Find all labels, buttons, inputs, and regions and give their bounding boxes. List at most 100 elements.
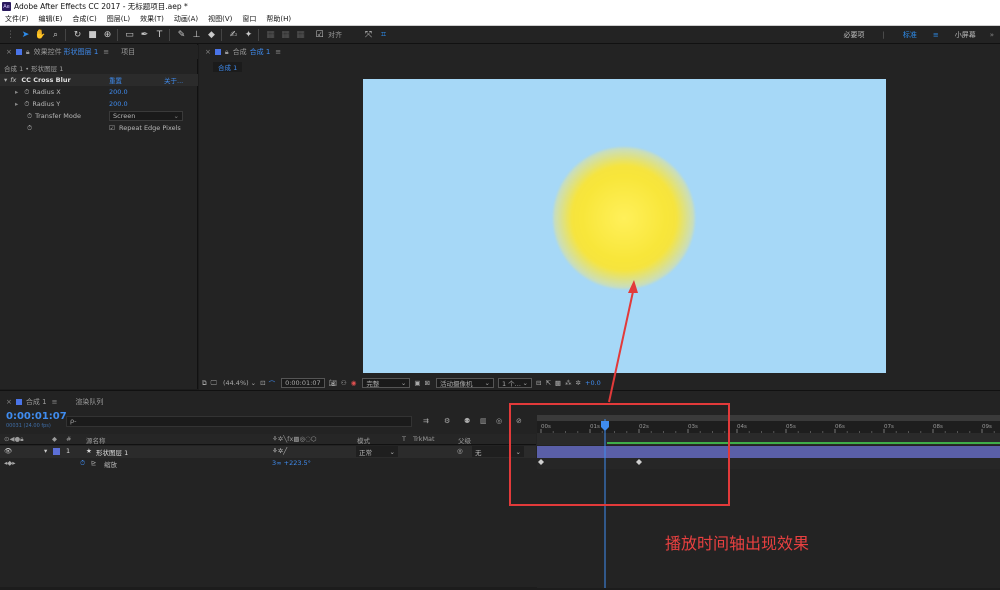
layer-switches[interactable]: ⚘✲╱ bbox=[272, 447, 287, 455]
graph-icon[interactable]: ⊵ bbox=[91, 459, 96, 467]
align-checkbox-icon[interactable]: ☑ bbox=[313, 28, 326, 41]
layer-name[interactable]: 形状图层 1 bbox=[96, 447, 128, 457]
stopwatch-icon[interactable]: ⏱ bbox=[80, 459, 85, 468]
resolution-select[interactable]: 完整 ⌄ bbox=[362, 378, 411, 388]
transparency-grid-icon[interactable]: ⊠ bbox=[425, 379, 430, 387]
blurred-shape-layer[interactable] bbox=[553, 147, 695, 289]
lock-icon[interactable]: 🔒︎ bbox=[26, 48, 30, 57]
stopwatch-icon[interactable]: ⏱ bbox=[27, 112, 32, 121]
fx-icon[interactable]: fx bbox=[10, 76, 16, 84]
views-select[interactable]: 1 个... ⌄ bbox=[497, 378, 532, 388]
close-icon[interactable]: × bbox=[205, 48, 211, 56]
panel-menu-icon[interactable]: ≡ bbox=[52, 398, 58, 406]
menu-help[interactable]: 帮助(H) bbox=[261, 14, 296, 24]
monitor-icon[interactable]: 🖵︎ bbox=[211, 379, 217, 388]
menu-effect[interactable]: 效果(T) bbox=[135, 14, 169, 24]
exposure-value[interactable]: +0.0 bbox=[585, 379, 601, 387]
snapshot-icon[interactable]: 📷︎ bbox=[329, 379, 337, 387]
layer-label-color[interactable] bbox=[53, 448, 60, 455]
camera-tool-icon[interactable]: ■ bbox=[86, 28, 99, 41]
transfer-mode-select[interactable]: Screen ⌄ bbox=[109, 111, 183, 121]
snap-icon[interactable]: ⤧ bbox=[362, 28, 375, 41]
stopwatch-icon[interactable]: ⏱ bbox=[24, 100, 29, 109]
prop-value[interactable]: 200.0 bbox=[109, 88, 128, 96]
fit-icon[interactable]: ⊡ bbox=[260, 379, 265, 387]
show-snapshot-icon[interactable]: ⚇ bbox=[341, 379, 347, 387]
effect-header-row[interactable]: ▾ fx CC Cross Blur 重置 关于... bbox=[0, 74, 198, 86]
tab-composition-name[interactable]: 合成 1 bbox=[250, 47, 271, 57]
local-axis-icon[interactable]: ▦ bbox=[264, 28, 277, 41]
motion-blur-icon[interactable]: ◎ bbox=[496, 417, 502, 425]
shy-icon[interactable]: ⚉ bbox=[464, 417, 470, 425]
snap-options-icon[interactable]: ⌗ bbox=[377, 28, 390, 41]
keyframe-nav-icon[interactable]: ◂◆▸ bbox=[4, 459, 16, 467]
puppet-tool-icon[interactable]: ✦ bbox=[242, 28, 255, 41]
tab-effect-controls-layer[interactable]: 形状图层 1 bbox=[64, 47, 99, 57]
frame-blend-icon[interactable]: ▥ bbox=[480, 417, 487, 425]
menu-composition[interactable]: 合成(C) bbox=[67, 14, 101, 24]
expand-arrow-icon[interactable]: ▸ bbox=[15, 88, 18, 96]
scale-property-row[interactable]: ◂◆▸ ⏱ ⊵ 缩放 3∞ +223.5° bbox=[0, 458, 536, 469]
draft-3d-icon[interactable]: ⚙ bbox=[444, 417, 450, 425]
prop-value[interactable]: 200.0 bbox=[109, 100, 128, 108]
menu-file[interactable]: 文件(F) bbox=[0, 14, 34, 24]
menu-animation[interactable]: 动画(A) bbox=[169, 14, 203, 24]
tab-timeline[interactable]: 合成 1 bbox=[26, 397, 47, 407]
panel-menu-icon[interactable]: ≡ bbox=[103, 48, 109, 56]
brush-tool-icon[interactable]: ✎ bbox=[175, 28, 188, 41]
chevron-down-icon[interactable]: ⌄ bbox=[251, 379, 256, 387]
workspace-menu-icon[interactable]: ≡ bbox=[931, 31, 941, 39]
scale-prop-value[interactable]: 3∞ +223.5° bbox=[272, 459, 311, 467]
tab-project[interactable]: 项目 bbox=[121, 47, 135, 57]
col-mode[interactable]: 模式 bbox=[357, 435, 370, 445]
pan-behind-tool-icon[interactable]: ⊕ bbox=[101, 28, 114, 41]
col-parent[interactable]: 父级 bbox=[458, 435, 471, 445]
roto-brush-tool-icon[interactable]: ✍ bbox=[227, 28, 240, 41]
fast-preview-icon[interactable]: ▩ bbox=[555, 379, 561, 387]
toggle-pixel-icon[interactable]: ⊟ bbox=[536, 379, 541, 387]
color-channels-icon[interactable]: ◉ bbox=[351, 379, 357, 387]
col-source-name[interactable]: 源名称 bbox=[86, 435, 106, 445]
menu-layer[interactable]: 图层(L) bbox=[102, 14, 135, 24]
type-tool-icon[interactable]: T bbox=[153, 28, 166, 41]
visibility-eye-icon[interactable]: 👁︎ bbox=[4, 447, 12, 455]
rotate-tool-icon[interactable]: ↻ bbox=[71, 28, 84, 41]
panel-menu-icon[interactable]: ≡ bbox=[275, 48, 281, 56]
rectangle-tool-icon[interactable]: ▭ bbox=[123, 28, 136, 41]
menu-window[interactable]: 窗口 bbox=[237, 14, 261, 24]
close-icon[interactable]: × bbox=[6, 398, 12, 406]
mask-visibility-icon[interactable]: ⌒ bbox=[269, 378, 276, 388]
workspace-overflow-icon[interactable]: » bbox=[990, 31, 1000, 39]
close-icon[interactable]: × bbox=[6, 48, 12, 56]
timeline-search-input[interactable]: ρ- bbox=[66, 416, 412, 427]
zoom-level[interactable]: (44.4%) bbox=[223, 379, 249, 387]
zoom-tool-icon[interactable]: ⌕ bbox=[49, 28, 62, 41]
expand-arrow-icon[interactable]: ▾ bbox=[44, 447, 47, 455]
about-link[interactable]: 关于... bbox=[164, 75, 183, 85]
comp-sub-tab[interactable]: 合成 1 bbox=[213, 62, 243, 72]
tab-render-queue[interactable]: 渲染队列 bbox=[75, 397, 103, 407]
lock-icon[interactable]: 🔒︎ bbox=[225, 48, 229, 57]
comp-mini-flowchart-icon[interactable]: ⇉ bbox=[423, 417, 429, 425]
menu-edit[interactable]: 编辑(E) bbox=[34, 14, 68, 24]
pickwhip-icon[interactable]: ◎ bbox=[457, 447, 463, 455]
blend-mode-select[interactable]: 正常 ⌄ bbox=[356, 446, 398, 457]
clone-stamp-tool-icon[interactable]: ⊥ bbox=[190, 28, 203, 41]
selection-tool-icon[interactable]: ➤ bbox=[19, 28, 32, 41]
menu-view[interactable]: 视图(V) bbox=[203, 14, 237, 24]
camera-select[interactable]: 活动摄像机 ⌄ bbox=[435, 378, 494, 388]
hand-tool-icon[interactable]: ✋ bbox=[34, 28, 47, 41]
composition-canvas[interactable] bbox=[363, 79, 886, 373]
tab-composition-label[interactable]: 合成 bbox=[233, 47, 247, 57]
region-of-interest-icon[interactable]: ▣ bbox=[414, 379, 420, 387]
stopwatch-icon[interactable]: ⏱ bbox=[24, 88, 29, 97]
workspace-standard[interactable]: 标准 bbox=[889, 30, 931, 40]
flowchart-icon[interactable]: ⁂ bbox=[565, 379, 572, 387]
exposure-reset-icon[interactable]: ✲ bbox=[576, 379, 581, 387]
stopwatch-icon[interactable]: ⏱ bbox=[27, 124, 32, 133]
workspace-small-screen[interactable]: 小屏幕 bbox=[941, 30, 990, 40]
timecode-field[interactable]: 0:00:01:07 bbox=[281, 378, 325, 388]
always-preview-icon[interactable]: ⧉ bbox=[202, 379, 207, 388]
workspace-essentials[interactable]: 必要项 bbox=[829, 30, 878, 40]
checkbox-checked-icon[interactable]: ☑ bbox=[109, 124, 115, 132]
